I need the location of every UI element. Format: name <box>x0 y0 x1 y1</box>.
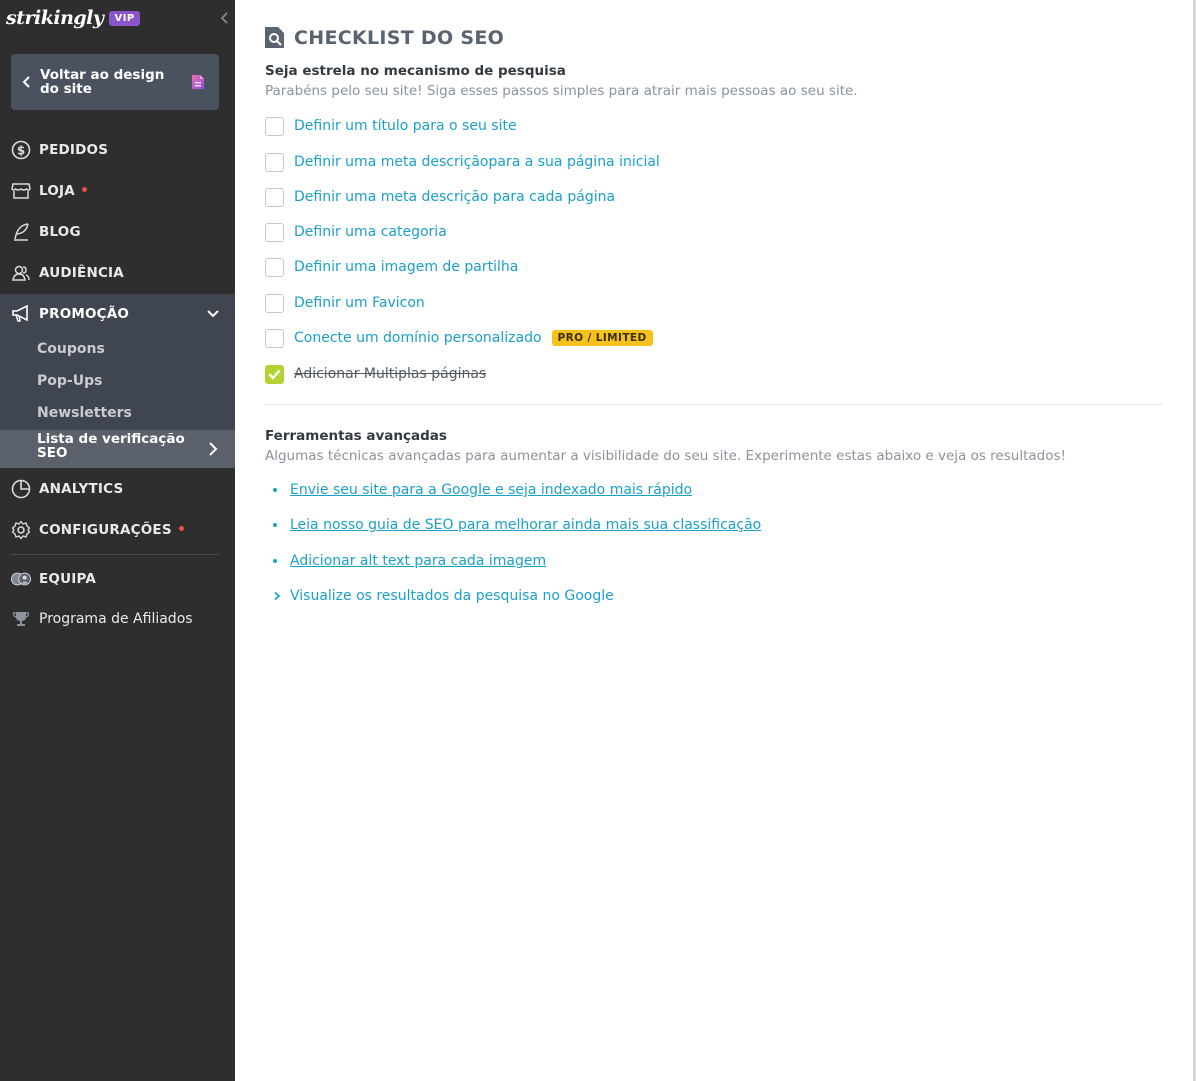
chevron-right-icon <box>274 591 281 601</box>
nav-audience-label: AUDIÊNCIA <box>39 265 124 281</box>
nav-audience[interactable]: AUDIÊNCIA <box>0 253 235 293</box>
back-to-design-button[interactable]: Voltar ao design do site <box>11 54 219 110</box>
store-icon <box>11 181 31 201</box>
checklist-item-label[interactable]: Conecte um domínio personalizado <box>294 330 542 346</box>
google-preview-toggle[interactable]: Visualize os resultados da pesquisa no G… <box>273 588 614 604</box>
search-section-subtitle: Parabéns pelo seu site! Siga esses passo… <box>265 83 858 99</box>
users-icon <box>11 263 31 283</box>
promotion-group: PROMOÇÃO Coupons Pop-Ups Newsletters Lis… <box>0 294 235 468</box>
brand[interactable]: strikingly VIP <box>6 5 140 31</box>
checklist-item-label[interactable]: Adicionar Multiplas páginas <box>294 366 486 382</box>
nav-affiliates[interactable]: Programa de Afiliados <box>0 599 235 639</box>
svg-text:$: $ <box>17 144 25 158</box>
checklist-item[interactable]: Adicionar Multiplas páginas <box>265 364 486 384</box>
nav-store-label: LOJA <box>39 183 75 199</box>
sidebar-item-popups[interactable]: Pop-Ups <box>37 373 102 389</box>
gear-icon <box>11 520 31 540</box>
sidebar: strikingly VIP Voltar ao design do site … <box>0 0 235 1081</box>
advanced-link[interactable]: Leia nosso guia de SEO para melhorar ain… <box>290 517 761 533</box>
page-header: CHECKLIST DO SEO <box>264 26 504 49</box>
dollar-circle-icon: $ <box>11 140 31 160</box>
checklist-checkbox[interactable] <box>265 222 284 242</box>
checklist-checkbox[interactable] <box>265 187 284 207</box>
nav-blog[interactable]: BLOG <box>0 212 235 252</box>
chevron-right-icon <box>209 442 218 456</box>
back-button-label: Voltar ao design do site <box>40 67 165 97</box>
seo-search-doc-icon <box>265 27 284 48</box>
sidebar-item-seo-checklist[interactable]: Lista de verificação SEO <box>0 430 235 468</box>
team-avatars-icon <box>11 569 31 589</box>
strikingly-logo: strikingly <box>6 7 104 29</box>
main-panel: CHECKLIST DO SEO Seja estrela no mecanis… <box>235 0 1196 1081</box>
nav-promotion-label: PROMOÇÃO <box>39 306 130 322</box>
checklist-checkbox[interactable] <box>265 293 284 313</box>
checklist-item-label[interactable]: Definir uma imagem de partilha <box>294 259 518 275</box>
settings-notification-dot <box>178 525 184 531</box>
nav-team[interactable]: EQUIPA <box>0 559 235 599</box>
checklist-item[interactable]: Definir uma meta descrição para cada pág… <box>265 187 615 207</box>
nav-orders[interactable]: $ PEDIDOS <box>0 130 235 170</box>
advanced-link-item: Leia nosso guia de SEO para melhorar ain… <box>273 517 761 533</box>
checklist-item[interactable]: Definir um Favicon <box>265 293 425 313</box>
checklist-item-label[interactable]: Definir um Favicon <box>294 295 425 311</box>
checklist-item-label[interactable]: Definir uma meta descrição para cada pág… <box>294 189 615 205</box>
checklist-item[interactable]: Definir um título para o seu site <box>265 116 517 136</box>
nav-settings[interactable]: CONFIGURAÇÕES <box>0 510 235 550</box>
checklist-checkbox-checked[interactable] <box>265 364 284 384</box>
collapse-sidebar-icon[interactable] <box>218 10 232 26</box>
advanced-link[interactable]: Envie seu site para a Google e seja inde… <box>290 482 692 498</box>
nav-store[interactable]: LOJA <box>0 171 235 211</box>
advanced-section-title: Ferramentas avançadas <box>265 428 447 444</box>
vip-badge: VIP <box>109 10 140 26</box>
sidebar-item-coupons[interactable]: Coupons <box>37 341 105 357</box>
google-preview-label: Visualize os resultados da pesquisa no G… <box>290 588 614 604</box>
checklist-item-label[interactable]: Definir uma meta descriçãopara a sua pág… <box>294 154 660 170</box>
advanced-link-item: Adicionar alt text para cada imagem <box>273 553 546 569</box>
nav-analytics-label: ANALYTICS <box>39 481 124 497</box>
advanced-link[interactable]: Adicionar alt text para cada imagem <box>290 553 546 569</box>
checklist-item-label[interactable]: Definir uma categoria <box>294 224 447 240</box>
advanced-link-item: Envie seu site para a Google e seja inde… <box>273 482 692 498</box>
nav-analytics[interactable]: ANALYTICS <box>0 469 235 509</box>
pro-limited-badge: PRO / LIMITED <box>551 330 653 346</box>
nav-orders-label: PEDIDOS <box>39 142 109 158</box>
quill-icon <box>11 222 31 242</box>
page-title: CHECKLIST DO SEO <box>294 26 505 49</box>
nav-team-label: EQUIPA <box>39 571 96 587</box>
checklist-checkbox[interactable] <box>265 257 284 277</box>
checklist-item-label[interactable]: Definir um título para o seu site <box>294 118 517 134</box>
advanced-section-subtitle: Algumas técnicas avançadas para aumentar… <box>265 448 1066 464</box>
site-page-icon <box>192 75 204 89</box>
checklist-item[interactable]: Definir uma imagem de partilha <box>265 257 518 277</box>
nav-promotion[interactable]: PROMOÇÃO <box>0 294 235 334</box>
checklist-item[interactable]: Definir uma categoria <box>265 222 447 242</box>
checklist-item[interactable]: Definir uma meta descriçãopara a sua pág… <box>265 152 660 172</box>
search-section-title: Seja estrela no mecanismo de pesquisa <box>265 63 566 79</box>
nav-blog-label: BLOG <box>39 224 81 240</box>
sidebar-divider <box>11 554 219 555</box>
checklist-checkbox[interactable] <box>265 152 284 172</box>
store-notification-dot <box>81 186 87 192</box>
checklist-item[interactable]: Conecte um domínio personalizado PRO / L… <box>265 328 653 348</box>
sidebar-item-newsletters[interactable]: Newsletters <box>37 405 132 421</box>
chevron-left-icon <box>22 76 30 88</box>
bullet <box>273 488 277 492</box>
bullet <box>273 523 277 527</box>
trophy-icon <box>11 609 31 629</box>
checkmark-icon <box>268 369 281 380</box>
chevron-down-icon <box>207 310 219 318</box>
nav-affiliates-label: Programa de Afiliados <box>39 611 193 627</box>
nav-settings-label: CONFIGURAÇÕES <box>39 522 172 538</box>
checklist-checkbox[interactable] <box>265 116 284 136</box>
checklist-checkbox[interactable] <box>265 328 284 348</box>
section-divider <box>265 404 1163 405</box>
megaphone-icon <box>11 304 31 324</box>
pie-chart-icon <box>11 479 31 499</box>
seo-checklist-label: Lista de verificação SEO <box>37 431 185 461</box>
bullet <box>273 559 277 563</box>
